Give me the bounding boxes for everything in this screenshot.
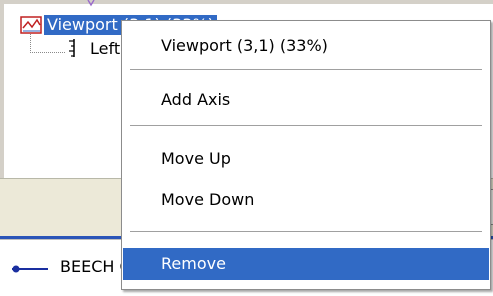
menu-item-move-down[interactable]: Move Down (123, 184, 489, 216)
menu-item-add-axis[interactable]: Add Axis (123, 84, 489, 116)
tree-collapsed-link-icon (87, 0, 95, 7)
tree-frame-top (0, 0, 493, 4)
viewport-chart-icon (20, 16, 42, 34)
tree-frame-left (0, 0, 4, 178)
menu-item-move-up[interactable]: Move Up (123, 143, 489, 175)
context-menu: Viewport (3,1) (33%) Add Axis Move Up Mo… (121, 20, 491, 290)
menu-separator (130, 69, 482, 71)
app-screen: Viewport (3,1) (33%) Left Axis C BEECH C… (0, 0, 493, 296)
series-line-marker-icon (12, 265, 48, 273)
menu-separator (130, 125, 482, 127)
axis-icon (69, 39, 75, 57)
menu-item-remove[interactable]: Remove (123, 248, 489, 280)
menu-item-viewport[interactable]: Viewport (3,1) (33%) (123, 30, 489, 62)
tree-connector-line (30, 34, 65, 53)
menu-separator (130, 231, 482, 233)
